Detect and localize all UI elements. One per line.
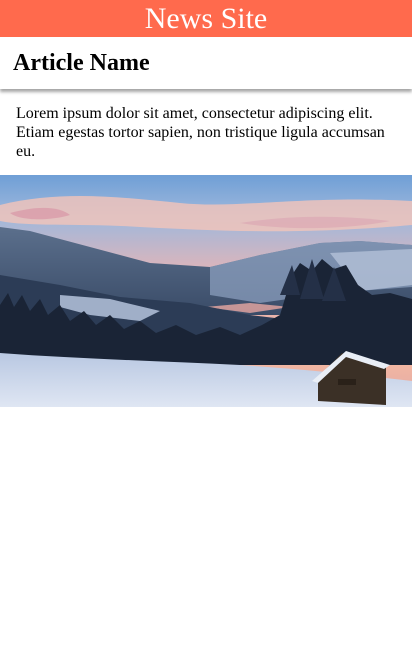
article-body: Lorem ipsum dolor sit amet, consectetur … (16, 105, 385, 160)
article-title-bar: Article Name (0, 37, 412, 89)
site-title: News Site (144, 2, 268, 35)
site-header: News Site (0, 0, 412, 37)
article-title: Article Name (13, 50, 150, 76)
article-image (0, 175, 412, 407)
